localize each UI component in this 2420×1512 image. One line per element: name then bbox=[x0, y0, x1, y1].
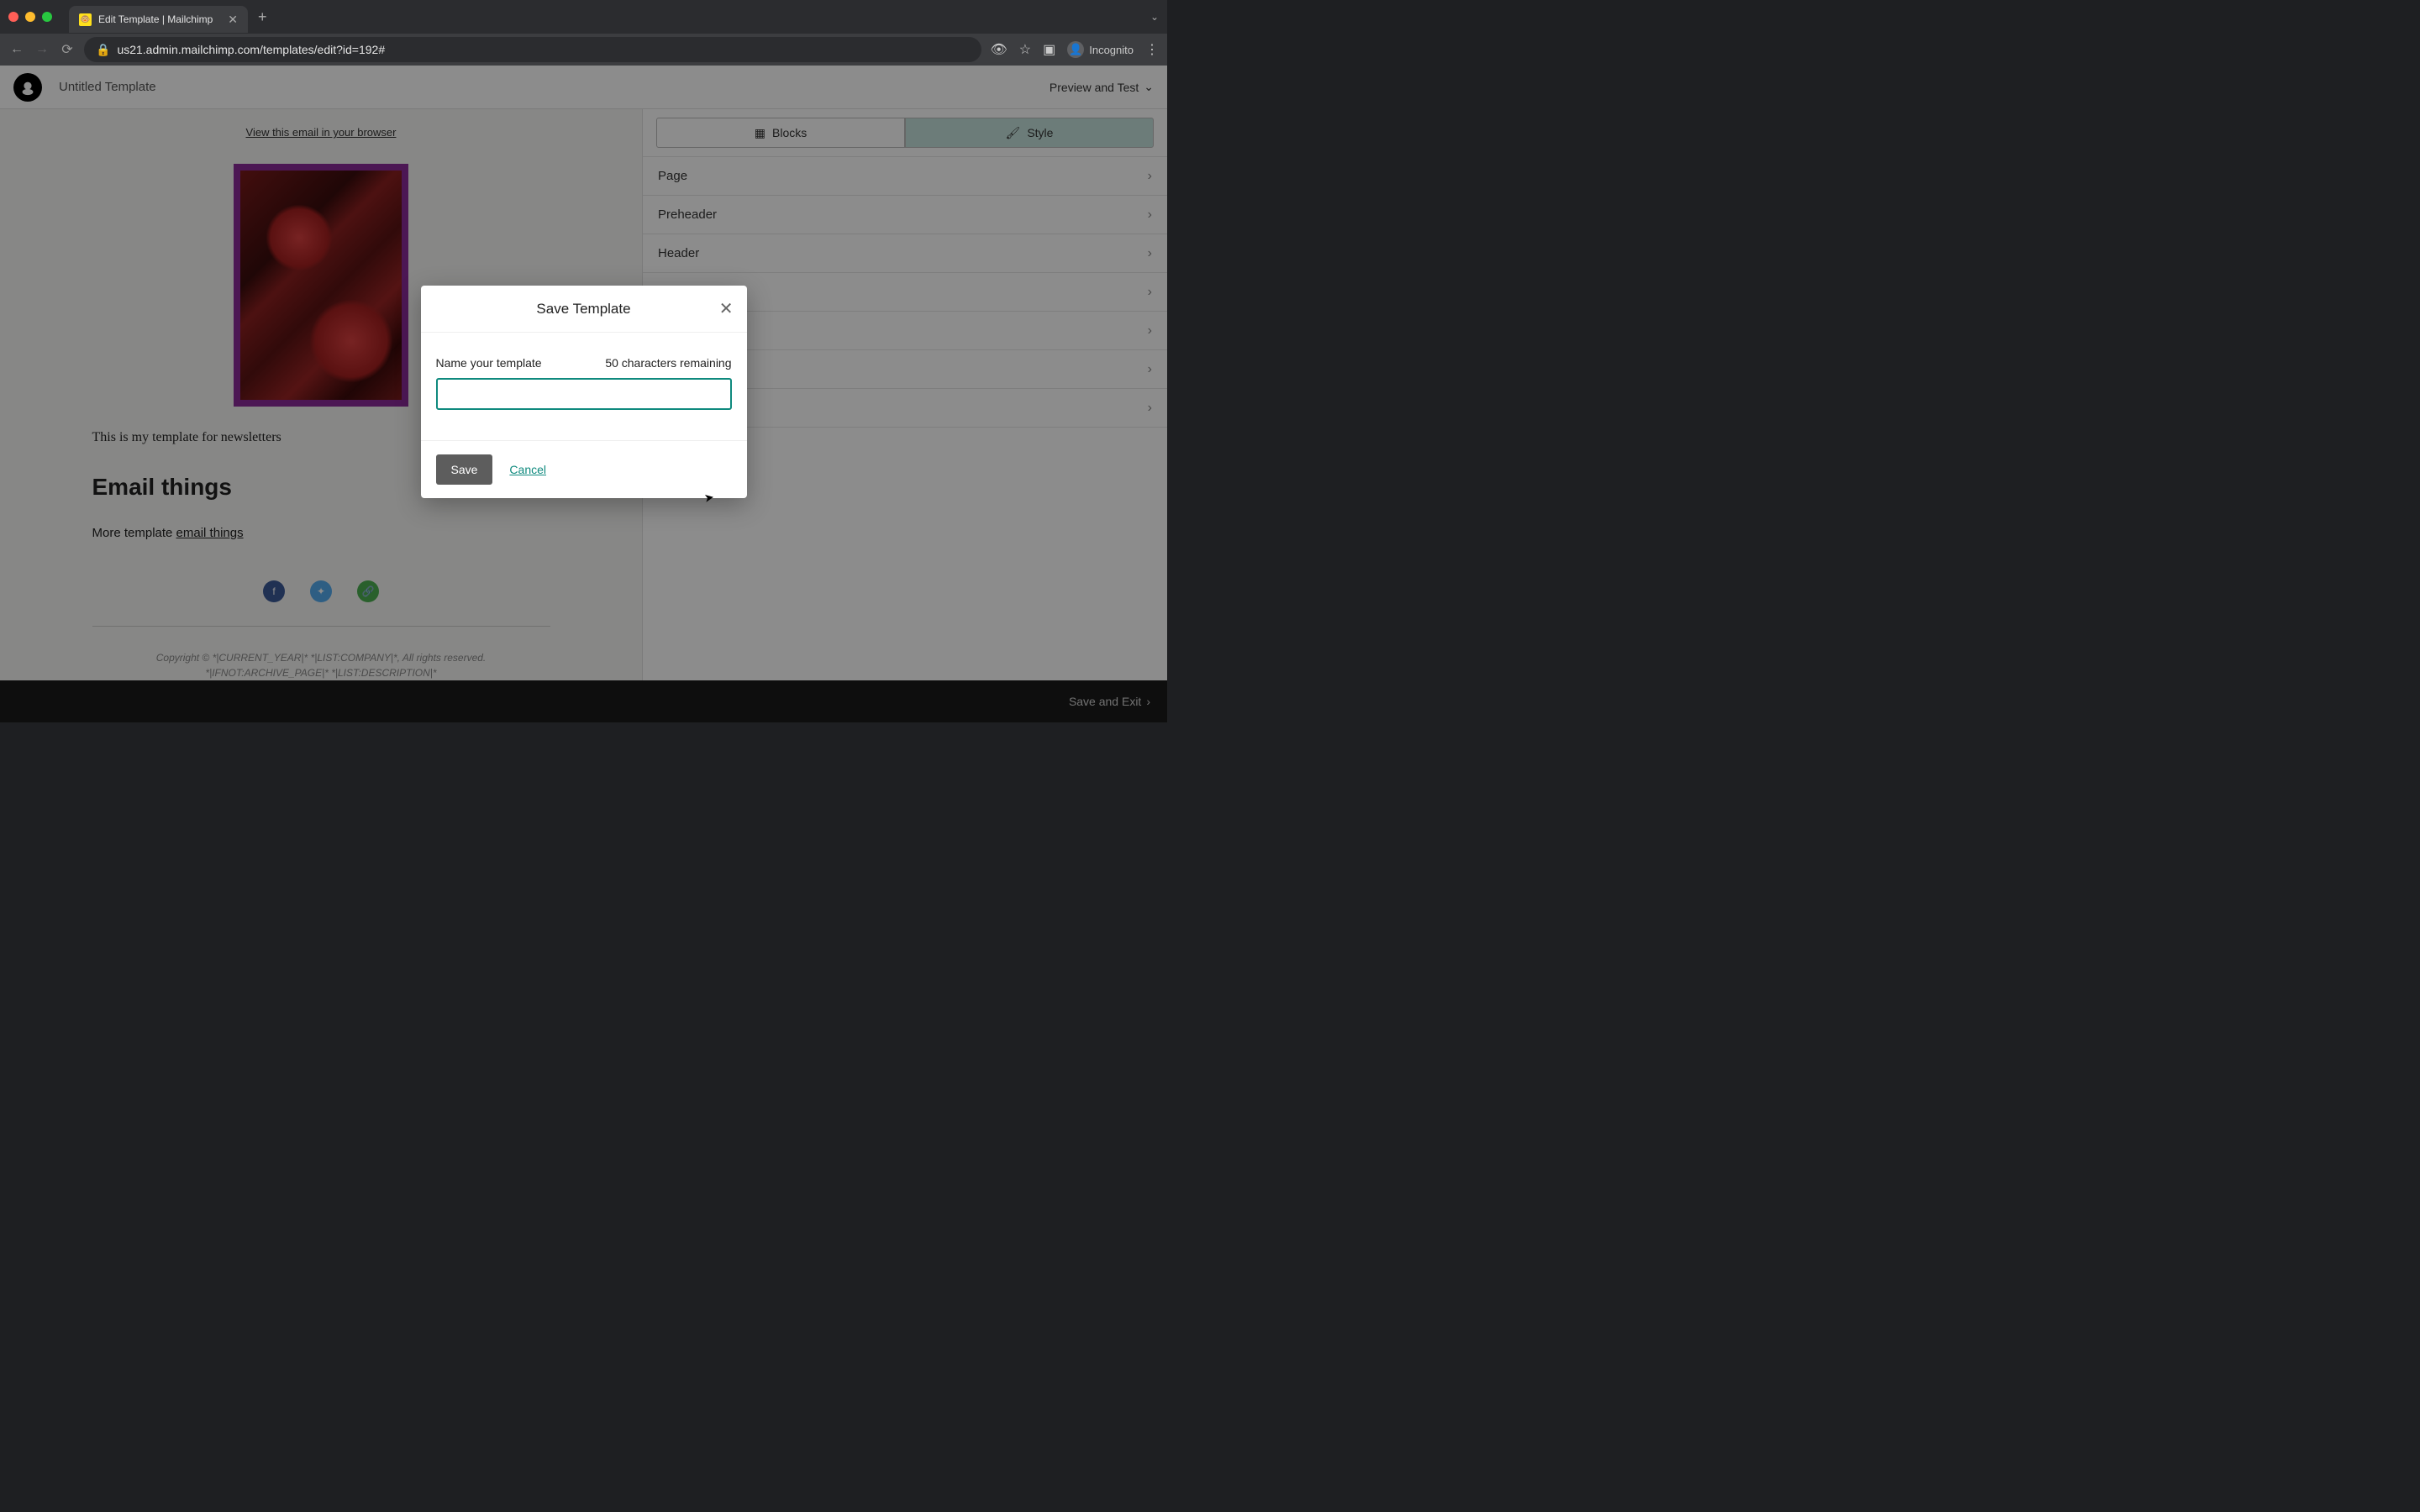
eye-off-icon[interactable]: 👁 bbox=[990, 41, 1007, 58]
modal-footer: Save Cancel bbox=[421, 440, 747, 498]
reload-button[interactable]: ⟳ bbox=[59, 41, 76, 58]
input-label-row: Name your template 50 characters remaini… bbox=[436, 356, 732, 370]
minimize-window-button[interactable] bbox=[25, 12, 35, 22]
incognito-label: Incognito bbox=[1089, 44, 1134, 56]
star-icon[interactable]: ☆ bbox=[1019, 41, 1031, 58]
close-window-button[interactable] bbox=[8, 12, 18, 22]
modal-title: Save Template bbox=[536, 301, 630, 318]
modal-overlay[interactable]: Save Template ✕ Name your template 50 ch… bbox=[0, 66, 1167, 722]
new-tab-button[interactable]: + bbox=[258, 8, 267, 26]
url-input[interactable]: 🔒 us21.admin.mailchimp.com/templates/edi… bbox=[84, 37, 981, 62]
url-text: us21.admin.mailchimp.com/templates/edit?… bbox=[117, 43, 385, 56]
forward-button[interactable]: → bbox=[34, 42, 50, 57]
char-count: 50 characters remaining bbox=[605, 356, 731, 370]
address-bar: ← → ⟳ 🔒 us21.admin.mailchimp.com/templat… bbox=[0, 34, 1167, 66]
cancel-button[interactable]: Cancel bbox=[509, 463, 546, 476]
window-controls bbox=[8, 12, 52, 22]
mailchimp-favicon: 🐵 bbox=[79, 13, 92, 26]
close-icon[interactable]: ✕ bbox=[719, 298, 734, 319]
kebab-menu-icon[interactable]: ⋮ bbox=[1145, 41, 1159, 58]
tab-title: Edit Template | Mailchimp bbox=[98, 13, 213, 25]
incognito-indicator[interactable]: 👤 Incognito bbox=[1067, 41, 1134, 58]
save-button[interactable]: Save bbox=[436, 454, 493, 485]
browser-tab[interactable]: 🐵 Edit Template | Mailchimp ✕ bbox=[69, 6, 248, 33]
close-tab-icon[interactable]: ✕ bbox=[228, 13, 238, 27]
browser-tab-bar: 🐵 Edit Template | Mailchimp ✕ + ⌄ bbox=[0, 0, 1167, 34]
back-button[interactable]: ← bbox=[8, 42, 25, 57]
modal-body: Name your template 50 characters remaini… bbox=[421, 333, 747, 440]
lock-icon: 🔒 bbox=[96, 43, 110, 57]
modal-header: Save Template ✕ bbox=[421, 286, 747, 333]
maximize-window-button[interactable] bbox=[42, 12, 52, 22]
save-template-modal: Save Template ✕ Name your template 50 ch… bbox=[421, 286, 747, 498]
panel-icon[interactable]: ▣ bbox=[1043, 41, 1055, 58]
incognito-icon: 👤 bbox=[1067, 41, 1084, 58]
tabs-dropdown-icon[interactable]: ⌄ bbox=[1150, 11, 1159, 23]
mouse-cursor: ➤ bbox=[703, 490, 716, 506]
address-actions: 👁 ☆ ▣ 👤 Incognito ⋮ bbox=[990, 41, 1159, 58]
template-name-input[interactable] bbox=[436, 378, 732, 410]
input-label: Name your template bbox=[436, 356, 542, 370]
